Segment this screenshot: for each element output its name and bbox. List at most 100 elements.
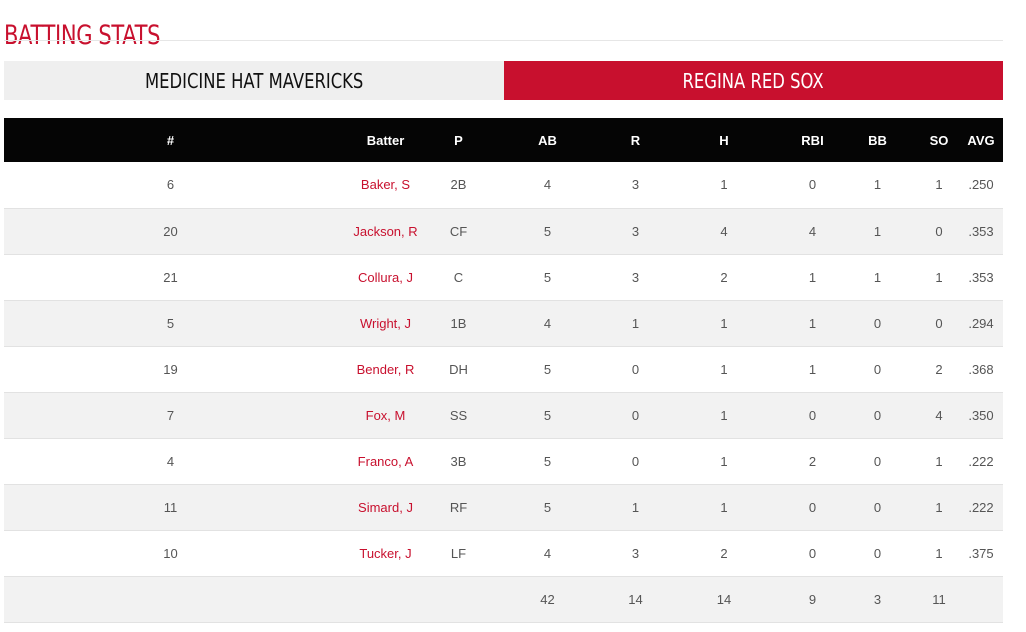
batter-link[interactable]: Bender, R [357,362,415,377]
cell-r: 14 [628,591,643,607]
cell-bb: 3 [873,591,882,607]
batter-link[interactable]: Jackson, R [353,224,417,239]
cell-avg: .368 [968,361,994,377]
cell-bb: 0 [873,407,882,423]
cell-ab: 42 [540,591,555,607]
tab-team-1-label: REGINA RED SOX [682,68,824,93]
cell-so: 1 [935,453,943,469]
cell-so: 2 [935,361,943,377]
cell-position: 3B [450,453,467,469]
batting-stats-table: # Batter P AB R H RBI BB SO AVG 6 Baker, … [4,118,1003,623]
cell-position: C [453,269,464,285]
cell-bb: 0 [873,361,882,377]
batter-link[interactable]: Fox, M [366,408,406,423]
team-tabs: MEDICINE HAT MAVERICKS REGINA RED SOX [4,61,1003,100]
batter-link[interactable]: Baker, S [361,177,410,192]
cell-ab: 4 [543,315,552,331]
cell-rbi: 0 [808,545,817,561]
cell-h: 2 [720,545,728,561]
cell-rbi: 1 [808,361,817,377]
cell-rbi: 0 [808,177,817,193]
cell-so: 1 [935,269,943,285]
table-row: 6 Baker, S 2B 4 3 1 0 1 1 .250 [4,162,1003,208]
cell-batter: Tucker, J [337,530,434,576]
cell-avg: .250 [968,177,994,193]
table-row: 7 Fox, M SS 5 0 1 0 0 4 .350 [4,392,1003,438]
cell-avg: .222 [968,499,994,515]
cell-position: CF [449,223,468,239]
cell-r: 3 [631,545,640,561]
cell-batter: Wright, J [337,300,434,346]
cell-number: 6 [166,177,175,193]
cell-bb: 0 [873,453,882,469]
cell-avg: .353 [968,223,994,239]
cell-r: 0 [631,361,640,377]
cell-avg: .350 [968,407,994,423]
col-header-position[interactable]: P [434,118,483,162]
cell-ab: 5 [543,407,552,423]
cell-h: 1 [720,361,728,377]
col-header-number[interactable]: # [4,118,337,162]
batter-link[interactable]: Collura, J [358,270,413,285]
cell-batter: Simard, J [337,484,434,530]
cell-bb: 0 [873,315,882,331]
cell-ab: 4 [543,545,552,561]
cell-number: 7 [166,407,175,423]
cell-h: 14 [716,591,732,607]
col-header-bb[interactable]: BB [836,118,919,162]
cell-position: SS [449,407,468,423]
col-header-avg[interactable]: AVG [959,118,1003,162]
tab-team-0[interactable]: MEDICINE HAT MAVERICKS [4,61,504,100]
cell-bb: 1 [873,269,882,285]
cell-r: 3 [631,177,640,193]
cell-ab: 4 [543,177,552,193]
cell-ab: 5 [543,499,552,515]
table-row: 20 Jackson, R CF 5 3 4 4 1 0 .353 [4,208,1003,254]
title-divider [4,40,1003,41]
cell-position [434,576,483,622]
cell-batter: Jackson, R [337,208,434,254]
cell-rbi: 1 [808,315,817,331]
table-row: 21 Collura, J C 5 3 2 1 1 1.353 [4,254,1003,300]
cell-ab: 5 [543,361,552,377]
totals-row: 42 14 14 9 3 11 [4,576,1003,622]
cell-number: 4 [166,453,175,469]
cell-avg: .353 [968,269,994,285]
cell-ab: 5 [543,453,552,469]
cell-r: 1 [631,499,640,515]
table-row: 19 Bender, R DH 5 0 1 1 0 2 .368 [4,346,1003,392]
cell-so: 0 [935,315,943,331]
col-header-so[interactable]: SO [919,118,959,162]
tab-team-0-label: MEDICINE HAT MAVERICKS [144,68,363,93]
cell-batter: Bender, R [337,346,434,392]
cell-number: 5 [166,315,175,331]
batter-link[interactable]: Franco, A [358,454,414,469]
cell-rbi: 0 [808,407,817,423]
col-header-rbi[interactable]: RBI [789,118,836,162]
col-header-h[interactable]: H [659,118,789,162]
cell-position: 1B [450,315,467,331]
table-header-row: # Batter P AB R H RBI BB SO AVG [4,118,1003,162]
cell-position: LF [450,545,467,561]
cell-rbi: 1 [808,269,817,285]
cell-avg [959,576,1003,622]
cell-position: RF [449,499,468,515]
cell-h: 1 [720,407,728,423]
cell-avg: .222 [968,453,994,469]
cell-bb: 1 [873,177,882,193]
tab-team-1[interactable]: REGINA RED SOX [503,61,1003,100]
cell-position: DH [449,361,468,377]
cell-r: 0 [631,453,640,469]
cell-so: 11 [932,591,946,607]
col-header-r[interactable]: R [612,118,659,162]
col-header-ab[interactable]: AB [483,118,612,162]
cell-so: 1 [935,545,943,561]
batter-link[interactable]: Wright, J [360,316,411,331]
batter-link[interactable]: Simard, J [358,500,413,515]
col-header-batter[interactable]: Batter [337,118,434,162]
cell-r: 3 [631,269,640,285]
cell-number: 20 [163,223,178,239]
cell-r: 1 [631,315,640,331]
cell-batter: Fox, M [337,392,434,438]
batter-link[interactable]: Tucker, J [359,546,411,561]
